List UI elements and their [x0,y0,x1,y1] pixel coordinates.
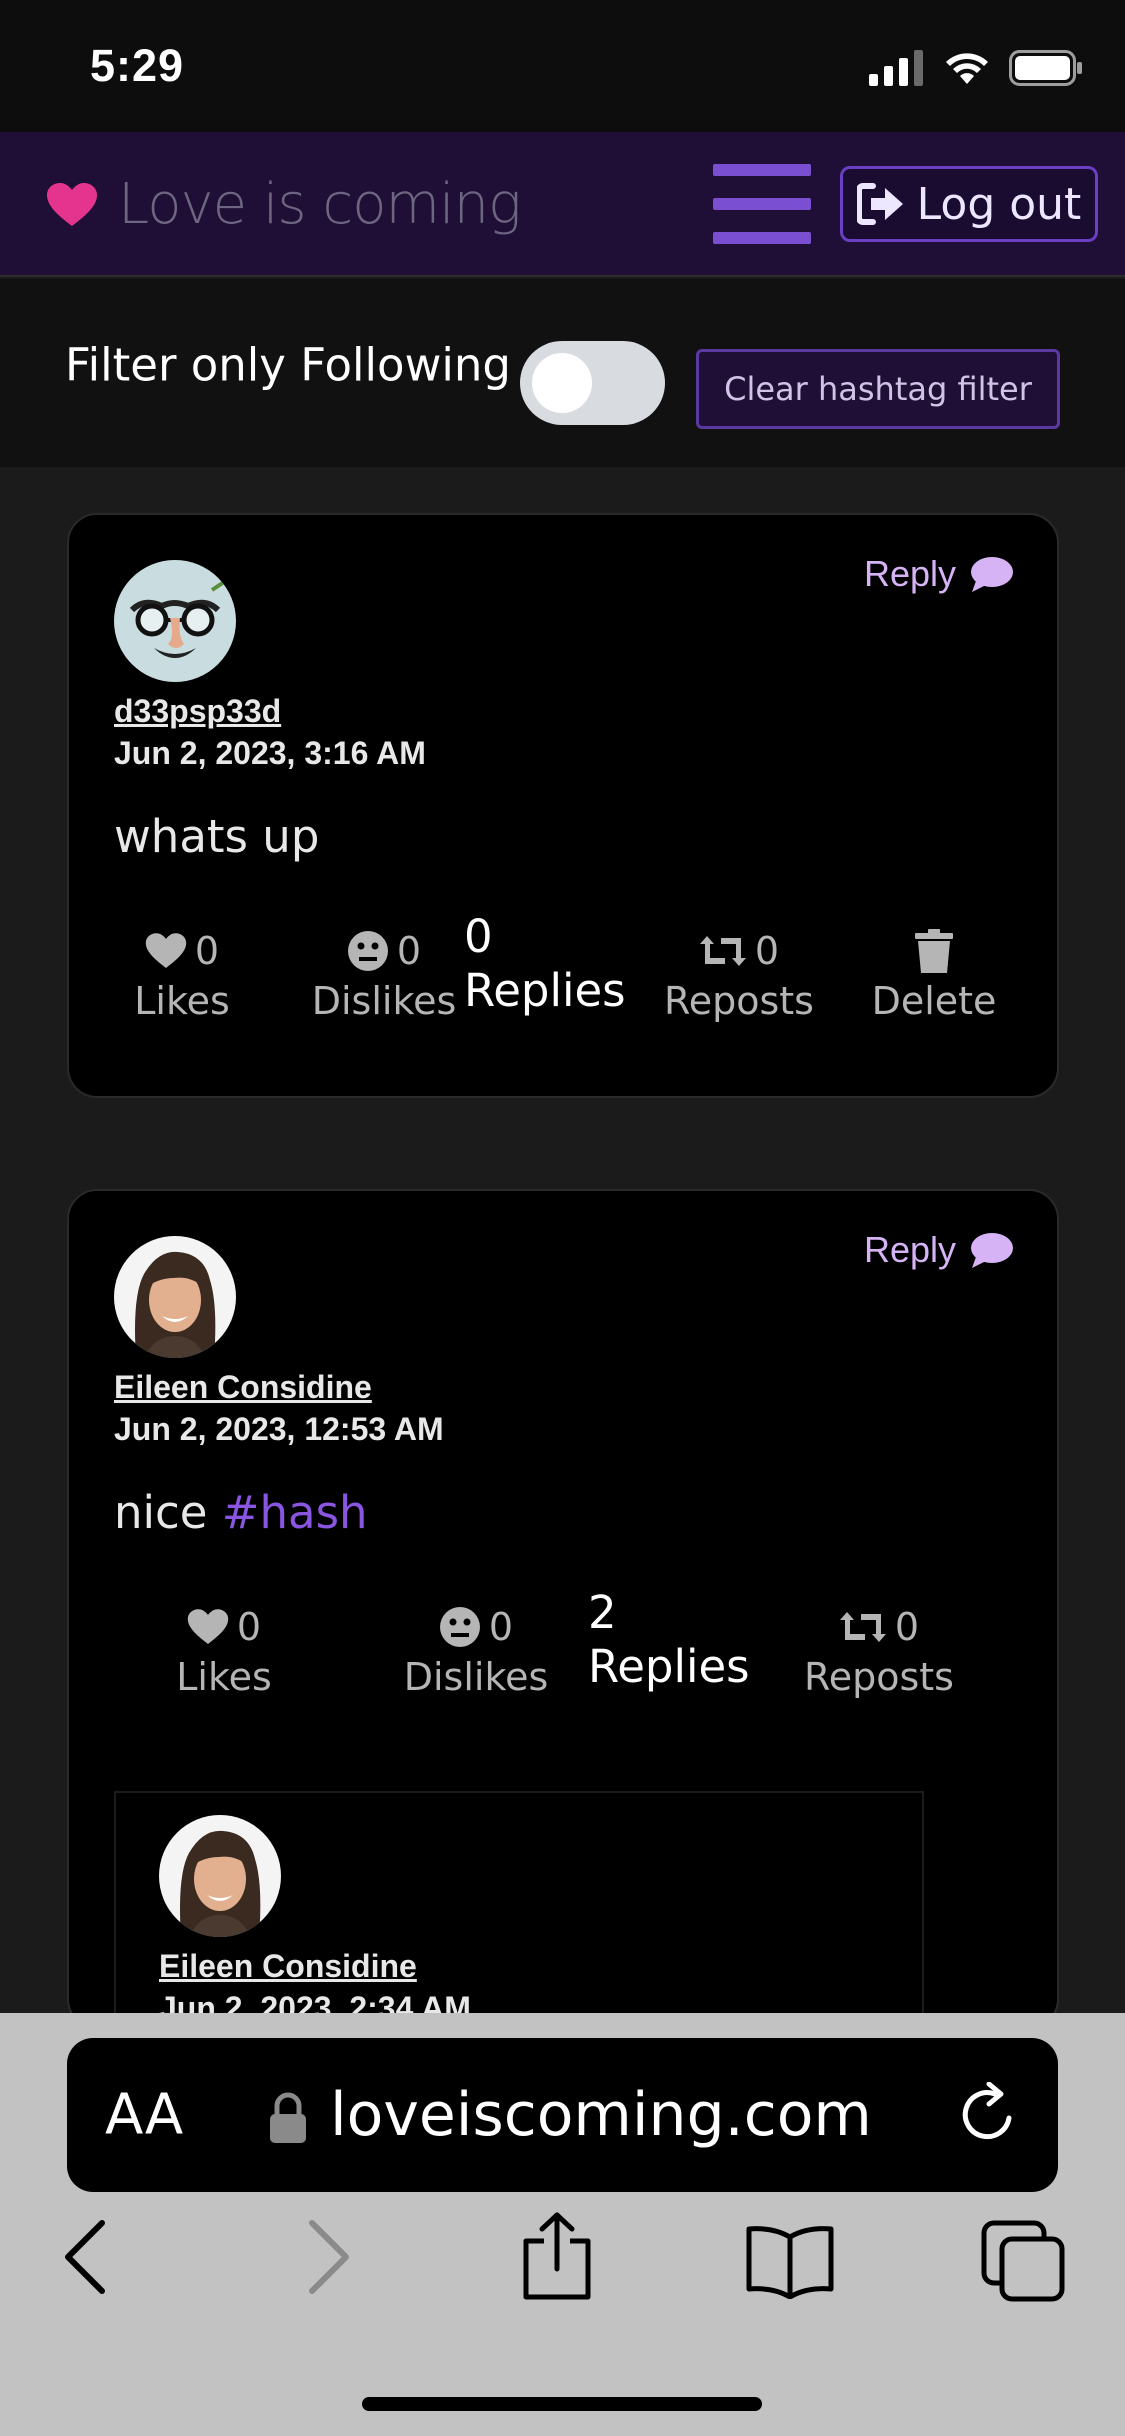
navbar: Love is coming Log out [0,132,1125,277]
likes-count: 0 [194,929,220,973]
avatar[interactable] [114,1236,236,1358]
filter-bar: Filter only Following Clear hashtag filt… [0,279,1125,467]
replies-count: 0 [464,909,493,963]
dislikes-label: Dislikes [311,979,457,1023]
retweet-icon [699,936,746,966]
menu-toggle-button[interactable] [713,164,811,244]
reply-button[interactable]: Reply [864,1229,1014,1271]
post-username[interactable]: d33psp33d [114,693,281,730]
dislikes-count: 0 [396,929,422,973]
replies-button[interactable]: 0 Replies [464,909,644,1018]
share-icon[interactable] [520,2211,594,2301]
reply-label: Reply [864,1229,957,1270]
status-icons [869,48,1083,88]
dislike-button[interactable]: 0 Dislikes [289,925,479,1023]
lock-icon [270,2092,306,2143]
post-timestamp: Jun 2, 2023, 12:53 AM [114,1411,444,1447]
brand[interactable]: Love is coming [46,172,522,237]
like-button[interactable]: 0 Likes [149,1601,299,1699]
post-username[interactable]: Eileen Considine [114,1369,372,1406]
comment-icon [971,1233,1014,1268]
status-bar: 5:29 [0,0,1125,132]
address-bar[interactable]: AA loveiscoming.com [67,2038,1058,2192]
reposts-label: Reposts [804,1655,954,1699]
neutral-face-icon [439,1607,480,1647]
status-time: 5:29 [90,40,185,91]
dislikes-label: Dislikes [403,1655,549,1699]
comment-icon [971,557,1014,592]
hashtag-link[interactable]: #hash [222,1486,368,1539]
wifi-icon [946,53,988,84]
repost-button[interactable]: 0 Reposts [649,925,829,1023]
trash-icon [915,929,953,973]
filter-following-toggle[interactable] [520,341,665,425]
forward-icon[interactable] [306,2219,352,2295]
disguise-glasses-avatar-icon [114,560,236,682]
post-card: Reply d33psp33d Jun 2, 2023, 3:16 AM wha… [67,513,1059,1098]
cellular-signal-icon [869,50,923,86]
nested-reply-card: Eileen Considine Jun 2, 2023, 2:34 AM [114,1791,924,2027]
delete-button[interactable]: Delete [859,925,1009,1023]
back-icon[interactable] [62,2219,108,2295]
post-text: whats up [114,810,320,863]
post-text-body: nice [114,1486,208,1539]
replies-button[interactable]: 2 Replies [588,1585,768,1694]
retweet-icon [839,1612,886,1642]
tabs-icon[interactable] [980,2219,1066,2303]
avatar[interactable] [159,1815,281,1937]
post-card: Reply Eileen Considine Jun 2, 2023, 12:5… [67,1189,1059,2029]
heart-icon [47,182,97,226]
reposts-count: 0 [894,1605,920,1649]
reader-aa-button[interactable]: AA [105,2083,183,2148]
bookmarks-icon[interactable] [745,2225,835,2299]
url-text[interactable]: loveiscoming.com [330,2080,872,2150]
like-button[interactable]: 0 Likes [107,925,257,1023]
home-indicator [362,2397,762,2411]
delete-label: Delete [871,979,997,1023]
user-photo-avatar-icon [159,1815,281,1937]
reply-label: Reply [864,553,957,594]
likes-label: Likes [134,979,230,1023]
sign-out-icon [856,183,903,225]
dislikes-count: 0 [488,1605,514,1649]
logout-button[interactable]: Log out [840,166,1098,242]
post-timestamp: Jun 2, 2023, 3:16 AM [114,735,426,771]
likes-label: Likes [176,1655,272,1699]
reposts-label: Reposts [664,979,814,1023]
user-photo-avatar-icon [114,1236,236,1358]
replies-count: 2 [588,1585,617,1639]
toggle-knob [532,353,592,413]
replies-label: Replies [588,1640,750,1693]
browser-chrome: AA loveiscoming.com [0,2013,1125,2436]
replies-label: Replies [464,964,626,1017]
logout-label: Log out [916,178,1082,230]
clear-hashtag-filter-button[interactable]: Clear hashtag filter [696,349,1060,429]
battery-icon [1009,50,1082,86]
heart-icon [187,1609,229,1644]
filter-following-label: Filter only Following [65,338,511,392]
reply-username[interactable]: Eileen Considine [159,1948,417,1985]
neutral-face-icon [347,931,388,971]
repost-button[interactable]: 0 Reposts [789,1601,969,1699]
dislike-button[interactable]: 0 Dislikes [381,1601,571,1699]
reposts-count: 0 [754,929,780,973]
reload-icon[interactable] [959,2082,1019,2146]
reply-button[interactable]: Reply [864,553,1014,595]
likes-count: 0 [236,1605,262,1649]
avatar[interactable] [114,560,236,682]
post-text: nice #hash [114,1486,368,1539]
brand-title: Love is coming [118,172,522,237]
heart-icon [145,933,187,968]
